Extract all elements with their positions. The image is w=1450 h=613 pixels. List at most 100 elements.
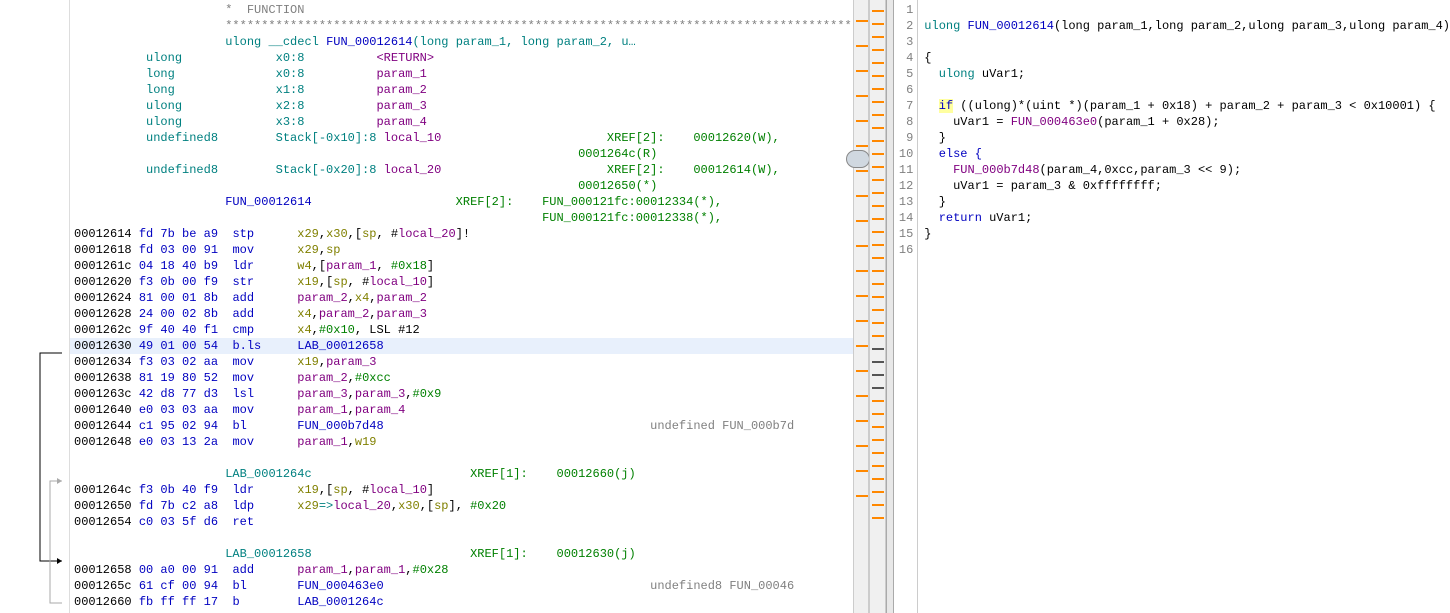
decomp-line[interactable]: { [924, 50, 1450, 66]
overview-ruler-2[interactable] [869, 0, 887, 613]
decomp-signature[interactable]: ulong FUN_00012614(long param_1,long par… [924, 18, 1450, 34]
ruler-mark [872, 88, 884, 90]
decomp-line[interactable] [924, 34, 1450, 50]
decl-line[interactable]: long x0:8 param_1 [70, 66, 853, 82]
instruction-line[interactable]: 00012628 24 00 02 8b add x4,param_2,para… [70, 306, 853, 322]
ruler-mark [872, 400, 884, 402]
decomp-line[interactable] [924, 82, 1450, 98]
overview-ruler[interactable] [853, 0, 869, 613]
xref-continuation[interactable]: 00012650(*) [70, 178, 853, 194]
blank-line[interactable] [70, 450, 853, 466]
instruction-line[interactable]: 0001264c f3 0b 40 f9 ldr x19,[sp, #local… [70, 482, 853, 498]
ruler-mark [856, 120, 868, 122]
line-number: 10 [894, 146, 913, 162]
instruction-line[interactable]: 00012650 fd 7b c2 a8 ldp x29=>local_20,x… [70, 498, 853, 514]
instruction-line[interactable]: 0001261c 04 18 40 b9 ldr w4,[param_1, #0… [70, 258, 853, 274]
ruler-mark [872, 335, 884, 337]
ruler-mark [856, 370, 868, 372]
ruler-mark [872, 257, 884, 259]
decomp-line[interactable]: } [924, 226, 1450, 242]
ruler-mark [872, 10, 884, 12]
signature-line[interactable]: ulong __cdecl FUN_00012614(long param_1,… [70, 34, 853, 50]
ruler-mark [872, 348, 884, 350]
ruler-mark [872, 140, 884, 142]
ruler-mark [872, 439, 884, 441]
ruler-mark [856, 95, 868, 97]
ruler-mark [872, 478, 884, 480]
ruler-mark [872, 322, 884, 324]
ruler-mark [856, 220, 868, 222]
instruction-line[interactable]: 00012634 f3 03 02 aa mov x19,param_3 [70, 354, 853, 370]
decomp-line[interactable]: FUN_000b7d48(param_4,0xcc,param_3 << 9); [924, 162, 1450, 178]
decomp-line[interactable]: return uVar1; [924, 210, 1450, 226]
instruction-line[interactable]: 00012640 e0 03 03 aa mov param_1,param_4 [70, 402, 853, 418]
ruler-mark [856, 270, 868, 272]
decompiled-code[interactable]: ulong FUN_00012614(long param_1,long par… [918, 0, 1450, 613]
line-number: 7 [894, 98, 913, 114]
decomp-line[interactable] [924, 242, 1450, 258]
instruction-line[interactable]: 00012654 c0 03 5f d6 ret [70, 514, 853, 530]
decomp-line[interactable]: } [924, 130, 1450, 146]
ruler-mark [856, 195, 868, 197]
instruction-line[interactable]: 00012658 00 a0 00 91 add param_1,param_1… [70, 562, 853, 578]
stackvar-line[interactable]: undefined8 Stack[-0x20]:8 local_20 XREF[… [70, 162, 853, 178]
xref-continuation[interactable]: FUN_000121fc:00012338(*), [70, 210, 853, 226]
ruler-mark [872, 153, 884, 155]
line-number: 15 [894, 226, 913, 242]
decomp-line[interactable]: if ((ulong)*(uint *)(param_1 + 0x18) + p… [924, 98, 1450, 114]
ruler-mark [872, 452, 884, 454]
instruction-line[interactable]: 00012648 e0 03 13 2a mov param_1,w19 [70, 434, 853, 450]
ruler-mark [872, 517, 884, 519]
scroll-thumb[interactable] [846, 150, 870, 168]
xref-continuation[interactable]: 0001264c(R) [70, 146, 853, 162]
panel-divider[interactable] [886, 0, 894, 613]
comment-line[interactable]: * FUNCTION * [70, 2, 853, 18]
decomp-line[interactable]: ulong uVar1; [924, 66, 1450, 82]
decl-line[interactable]: ulong x0:8 <RETURN> [70, 50, 853, 66]
instruction-line[interactable]: 0001263c 42 d8 77 d3 lsl param_3,param_3… [70, 386, 853, 402]
ruler-mark [856, 445, 868, 447]
ruler-mark [856, 145, 868, 147]
blank-line[interactable] [70, 530, 853, 546]
comment-line[interactable]: ****************************************… [70, 18, 853, 34]
line-number: 8 [894, 114, 913, 130]
decl-line[interactable]: long x1:8 param_2 [70, 82, 853, 98]
label-line[interactable]: LAB_00012658 XREF[1]: 00012630(j) [70, 546, 853, 562]
instruction-line[interactable]: 00012660 fb ff ff 17 b LAB_0001264c [70, 594, 853, 610]
decomp-line[interactable]: uVar1 = param_3 & 0xffffffff; [924, 178, 1450, 194]
instruction-line[interactable]: 00012614 fd 7b be a9 stp x29,x30,[sp, #l… [70, 226, 853, 242]
instruction-line[interactable]: 00012620 f3 0b 00 f9 str x19,[sp, #local… [70, 274, 853, 290]
ruler-mark [872, 309, 884, 311]
instruction-line[interactable]: 00012630 49 01 00 54 b.ls LAB_00012658 [70, 338, 853, 354]
line-number: 11 [894, 162, 913, 178]
instruction-line[interactable]: 00012624 81 00 01 8b add param_2,x4,para… [70, 290, 853, 306]
func-label-line[interactable]: FUN_00012614 XREF[2]: FUN_000121fc:00012… [70, 194, 853, 210]
ruler-mark [856, 295, 868, 297]
line-number: 3 [894, 34, 913, 50]
label-line[interactable]: LAB_0001264c XREF[1]: 00012660(j) [70, 466, 853, 482]
ruler-mark [872, 179, 884, 181]
disassembly-panel[interactable]: * FUNCTION * ***************************… [0, 0, 853, 613]
ruler-mark [856, 420, 868, 422]
ruler-mark [872, 387, 884, 389]
decl-line[interactable]: ulong x3:8 param_4 [70, 114, 853, 130]
decomp-line[interactable] [924, 2, 1450, 18]
decl-line[interactable]: ulong x2:8 param_3 [70, 98, 853, 114]
instruction-line[interactable]: 0001262c 9f 40 40 f1 cmp x4,#0x10, LSL #… [70, 322, 853, 338]
line-number: 5 [894, 66, 913, 82]
decomp-line[interactable]: uVar1 = FUN_000463e0(param_1 + 0x28); [924, 114, 1450, 130]
decompiler-panel[interactable]: 12345678910111213141516 ulong FUN_000126… [894, 0, 1450, 613]
ruler-mark [872, 270, 884, 272]
ruler-mark [872, 465, 884, 467]
instruction-line[interactable]: 00012644 c1 95 02 94 bl FUN_000b7d48 und… [70, 418, 853, 434]
instruction-line[interactable]: 0001265c 61 cf 00 94 bl FUN_000463e0 und… [70, 578, 853, 594]
decomp-line[interactable]: else { [924, 146, 1450, 162]
ruler-mark [872, 426, 884, 428]
decomp-line[interactable]: } [924, 194, 1450, 210]
instruction-line[interactable]: 00012638 81 19 80 52 mov param_2,#0xcc [70, 370, 853, 386]
ruler-mark [856, 345, 868, 347]
stackvar-line[interactable]: undefined8 Stack[-0x10]:8 local_10 XREF[… [70, 130, 853, 146]
instruction-line[interactable]: 00012618 fd 03 00 91 mov x29,sp [70, 242, 853, 258]
flow-arrow-gutter [0, 0, 70, 613]
ruler-mark [856, 495, 868, 497]
